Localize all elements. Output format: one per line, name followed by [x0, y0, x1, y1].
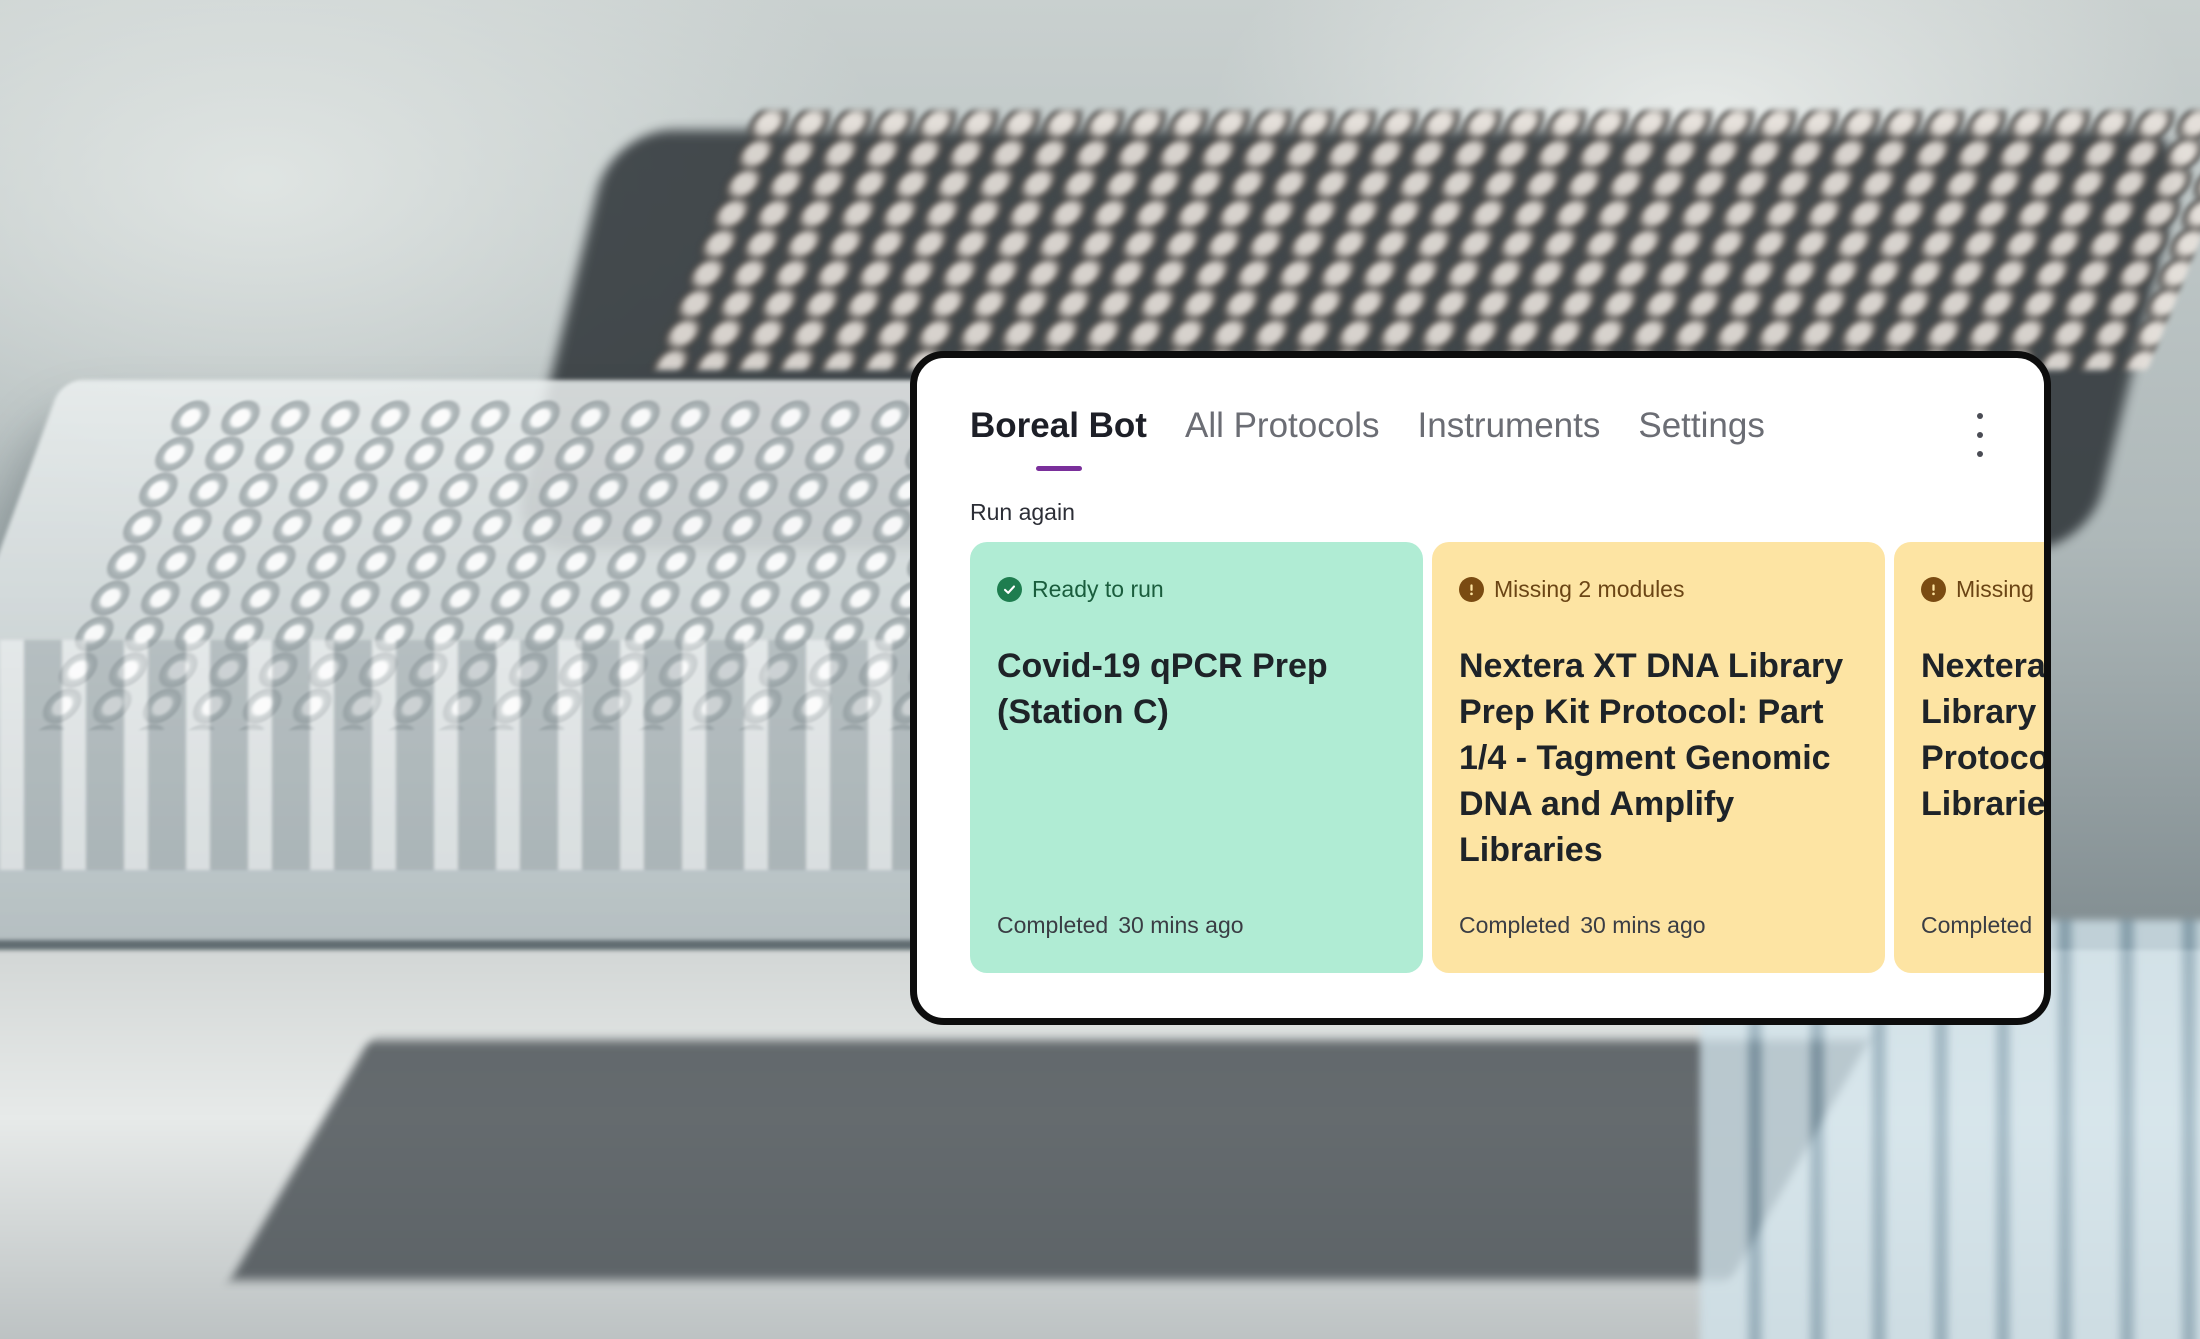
- completed-time: 30 mins ago: [1580, 912, 1706, 938]
- protocol-card[interactable]: Missing 2 modules Nextera XT DNA Library…: [1432, 542, 1885, 973]
- completed-time: 30 mins ago: [1118, 912, 1244, 938]
- completed-label: Completed: [1921, 912, 2033, 938]
- section-title-run-again: Run again: [970, 499, 1075, 525]
- protocol-card[interactable]: Missing Nextera Library Protoco Librarie…: [1894, 542, 2050, 973]
- background-well-plate-rear: [647, 110, 2200, 370]
- app-header: Boreal Bot All Protocols Instruments Set…: [917, 358, 2044, 478]
- status-badge: Missing 2 modules: [1459, 576, 1684, 603]
- status-badge: Ready to run: [997, 576, 1164, 603]
- tab-label: All Protocols: [1184, 406, 1380, 445]
- status-text: Missing: [1956, 576, 2034, 602]
- alert-circle-icon: [1921, 577, 1946, 602]
- check-circle-icon: [997, 577, 1022, 602]
- status-badge: Missing: [1921, 576, 2034, 603]
- tab-settings[interactable]: Settings: [1638, 404, 1764, 448]
- protocol-title: Nextera Library Protoco Librarie: [1921, 647, 2050, 823]
- protocol-title: Covid-19 qPCR Prep (Station C): [997, 647, 1328, 731]
- background-plate-side: [0, 640, 1000, 870]
- status-text: Missing 2 modules: [1494, 576, 1685, 602]
- completed-label: Completed: [1459, 912, 1571, 938]
- active-tab-indicator: [1036, 466, 1082, 471]
- run-again-card-list: Ready to run Covid-19 qPCR Prep (Station…: [970, 542, 2050, 973]
- tab-instruments[interactable]: Instruments: [1418, 404, 1601, 448]
- completed-info: Completed 30 mins ago: [997, 912, 1244, 939]
- completed-info: Completed 30 mins ago: [1459, 912, 1706, 939]
- tab-label: Settings: [1638, 406, 1765, 445]
- tab-all-protocols[interactable]: All Protocols: [1185, 404, 1380, 448]
- tab-label: Instruments: [1417, 406, 1601, 445]
- protocol-card[interactable]: Ready to run Covid-19 qPCR Prep (Station…: [970, 542, 1423, 973]
- tab-label: Boreal Bot: [970, 406, 1147, 445]
- menu-dot: [1977, 432, 1983, 438]
- more-vertical-icon[interactable]: [1970, 413, 1990, 457]
- tab-bar: Boreal Bot All Protocols Instruments Set…: [970, 404, 1765, 471]
- background-instrument-deck: [230, 1040, 1870, 1280]
- alert-circle-icon: [1459, 577, 1484, 602]
- menu-dot: [1977, 413, 1983, 419]
- status-text: Ready to run: [1032, 576, 1164, 602]
- completed-info: Completed: [1921, 912, 2032, 939]
- menu-dot: [1977, 451, 1983, 457]
- tab-boreal-bot[interactable]: Boreal Bot: [970, 404, 1147, 471]
- completed-label: Completed: [997, 912, 1109, 938]
- app-window: Boreal Bot All Protocols Instruments Set…: [910, 351, 2051, 1025]
- protocol-title: Nextera XT DNA Library Prep Kit Protocol…: [1459, 647, 1844, 869]
